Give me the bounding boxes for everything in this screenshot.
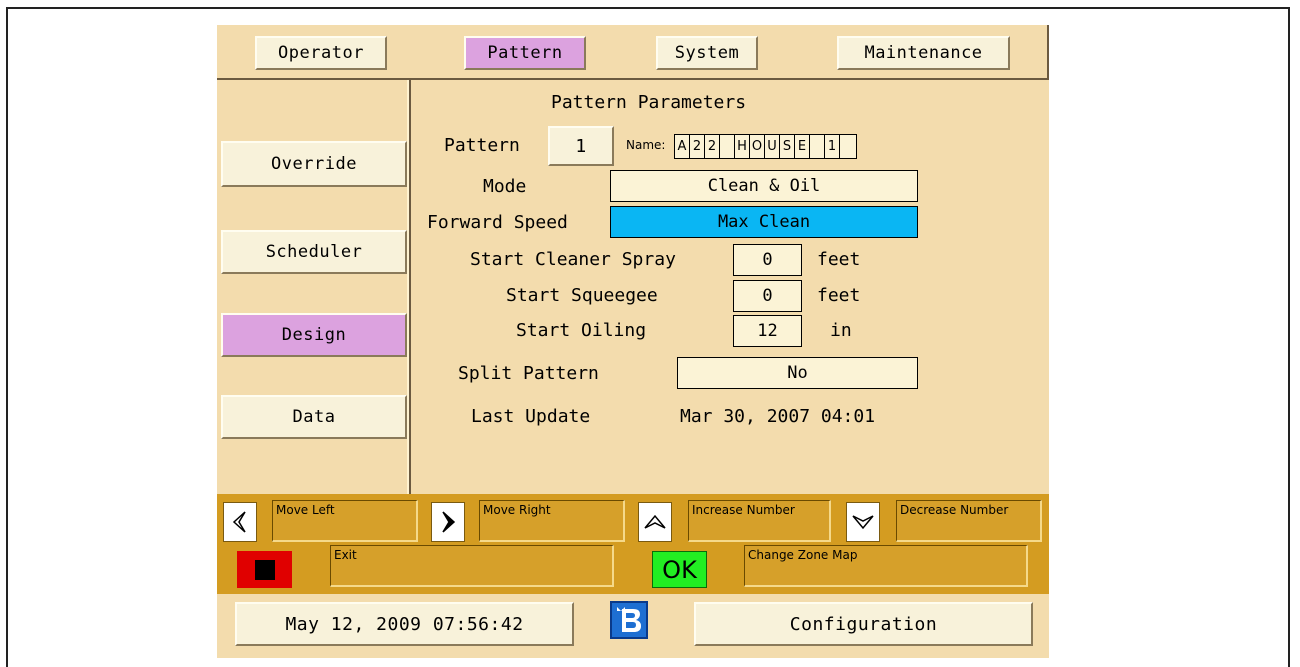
last-update-value: Mar 30, 2007 04:01 bbox=[680, 406, 876, 427]
start-oiling-unit: in bbox=[830, 320, 852, 341]
chevron-left-icon bbox=[232, 511, 246, 533]
key-panel: Move Left Move Right Increase Number Dec… bbox=[217, 494, 1049, 594]
forward-speed-label: Forward Speed bbox=[427, 212, 568, 233]
start-squeegee-field[interactable]: 0 bbox=[733, 280, 802, 312]
design-button[interactable]: Design bbox=[221, 313, 407, 357]
start-cleaner-label: Start Cleaner Spray bbox=[470, 249, 676, 270]
name-char: A bbox=[675, 135, 690, 158]
chevron-up-icon bbox=[644, 514, 666, 529]
sidebar-divider bbox=[407, 80, 409, 494]
pattern-label: Pattern bbox=[444, 135, 520, 156]
move-right-button[interactable] bbox=[431, 502, 465, 542]
ok-button[interactable]: OK bbox=[652, 551, 707, 588]
panel-title: Pattern Parameters bbox=[551, 92, 747, 113]
name-char: H bbox=[735, 135, 750, 158]
name-char: 1 bbox=[825, 135, 840, 158]
forward-speed-field[interactable]: Max Clean bbox=[610, 206, 918, 238]
exit-button[interactable] bbox=[237, 551, 292, 588]
mode-label: Mode bbox=[483, 176, 527, 197]
tab-maintenance[interactable]: Maintenance bbox=[837, 36, 1010, 70]
split-pattern-field[interactable]: No bbox=[677, 357, 918, 389]
name-char: S bbox=[780, 135, 795, 158]
start-squeegee-unit: feet bbox=[817, 285, 861, 306]
pattern-number-field[interactable]: 1 bbox=[548, 126, 614, 166]
brand-logo-icon bbox=[617, 607, 641, 632]
scheduler-button[interactable]: Scheduler bbox=[221, 230, 407, 274]
tab-pattern[interactable]: Pattern bbox=[464, 36, 586, 70]
tab-operator[interactable]: Operator bbox=[255, 36, 387, 70]
datetime-display: May 12, 2009 07:56:42 bbox=[235, 602, 574, 646]
mode-field[interactable]: Clean & Oil bbox=[610, 170, 918, 202]
last-update-label: Last Update bbox=[471, 406, 591, 427]
move-left-button[interactable] bbox=[223, 502, 257, 542]
move-right-label: Move Right bbox=[479, 500, 625, 542]
increase-number-label: Increase Number bbox=[688, 500, 831, 542]
pattern-name-field[interactable]: A 2 2 H O U S E 1 bbox=[674, 134, 857, 159]
logo-icon[interactable] bbox=[610, 601, 648, 639]
start-cleaner-unit: feet bbox=[817, 249, 861, 270]
override-button[interactable]: Override bbox=[221, 141, 407, 187]
chevron-down-icon bbox=[852, 515, 874, 530]
name-label: Name: bbox=[626, 138, 666, 152]
split-pattern-label: Split Pattern bbox=[458, 363, 599, 384]
start-cleaner-field[interactable]: 0 bbox=[733, 244, 802, 276]
increase-number-button[interactable] bbox=[638, 502, 672, 542]
machine-screen: Operator Pattern System Maintenance Over… bbox=[217, 25, 1049, 658]
name-char: E bbox=[795, 135, 810, 158]
tab-system[interactable]: System bbox=[656, 36, 758, 70]
name-char bbox=[720, 135, 735, 158]
name-char bbox=[840, 135, 856, 158]
top-tab-bar: Operator Pattern System Maintenance bbox=[217, 25, 1049, 80]
chevron-right-icon bbox=[442, 511, 456, 533]
move-left-label: Move Left bbox=[272, 500, 418, 542]
change-zone-map-label: Change Zone Map bbox=[744, 545, 1028, 587]
name-char bbox=[810, 135, 825, 158]
decrease-number-button[interactable] bbox=[846, 502, 880, 542]
stop-icon bbox=[254, 559, 275, 580]
configuration-button[interactable]: Configuration bbox=[694, 602, 1033, 646]
name-char: U bbox=[765, 135, 780, 158]
start-squeegee-label: Start Squeegee bbox=[506, 285, 658, 306]
decrease-number-label: Decrease Number bbox=[896, 500, 1042, 542]
name-char: 2 bbox=[690, 135, 705, 158]
data-button[interactable]: Data bbox=[221, 395, 407, 439]
name-char: 2 bbox=[705, 135, 720, 158]
name-char: O bbox=[750, 135, 765, 158]
start-oiling-field[interactable]: 12 bbox=[733, 315, 802, 347]
exit-label: Exit bbox=[330, 545, 614, 587]
start-oiling-label: Start Oiling bbox=[516, 320, 647, 341]
